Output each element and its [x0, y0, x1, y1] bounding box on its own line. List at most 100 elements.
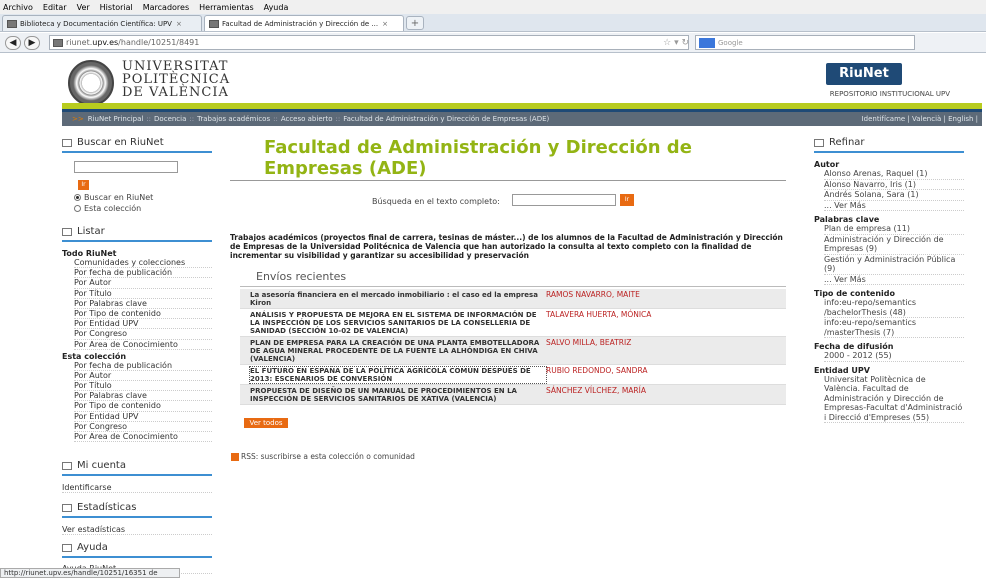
item-title[interactable]: PROPUESTA DE DISEÑO DE UN MANUAL DE PROC…: [250, 387, 546, 403]
favicon-icon: [209, 19, 219, 28]
esta-coleccion-links: Por fecha de publicación Por Autor Por T…: [74, 361, 212, 443]
link-fecha[interactable]: Por fecha de publicación: [74, 268, 212, 279]
breadcrumb-riunet-principal[interactable]: RiuNet Principal: [88, 115, 144, 123]
menu-bar: Archivo Editar Ver Historial Marcadores Herra…: [0, 0, 986, 14]
facet-link[interactable]: Plan de empresa (11): [824, 224, 964, 235]
riunet-logo[interactable]: RiuNet: [826, 63, 902, 85]
list-item: ANÁLISIS Y PROPUESTA DE MEJORA EN EL SIS…: [240, 309, 786, 337]
link-esta-area[interactable]: Por Area de Conocimiento: [74, 432, 212, 443]
university-name[interactable]: UNIVERSITAT POLITÈCNICA DE VALÈNCIA: [122, 60, 230, 99]
link-area[interactable]: Por Area de Conocimiento: [74, 340, 212, 350]
item-title[interactable]: La asesoría financiera en el mercado inm…: [250, 291, 546, 307]
mi-cuenta-section: Mi cuenta Identificarse: [62, 460, 212, 494]
todo-riunet-links: Comunidades y colecciones Por fecha de p…: [74, 258, 212, 350]
estadisticas-section: Estadísticas Ver estadísticas: [62, 502, 212, 536]
link-autor[interactable]: Por Autor: [74, 278, 212, 289]
radio-buscar-riunet[interactable]: Buscar en RiuNet: [74, 192, 212, 202]
breadcrumb-arrow-icon: >>: [72, 115, 84, 123]
rss-link[interactable]: RSS: suscribirse a esta colección o comu…: [231, 452, 415, 461]
breadcrumb-acceso-abierto[interactable]: Acceso abierto: [281, 115, 333, 123]
back-button[interactable]: ◀: [5, 35, 21, 50]
breadcrumb: >> RiuNet Principal:: Docencia:: Trabajo…: [62, 112, 982, 126]
link-tipo[interactable]: Por Tipo de contenido: [74, 309, 212, 320]
item-author[interactable]: TALAVERA HUERTA, MÓNICA: [546, 311, 651, 335]
url-bar[interactable]: riunet. upv.es/handle/10251/8491: [49, 35, 689, 50]
fulltext-search-input[interactable]: [512, 194, 616, 206]
facet-link[interactable]: Administración y Dirección de Empresas (…: [824, 235, 964, 255]
fulltext-search-label: Búsqueda en el texto completo:: [372, 197, 500, 206]
link-esta-palabras[interactable]: Por Palabras clave: [74, 391, 212, 402]
ver-todos-button[interactable]: Ver todos: [244, 418, 288, 428]
menu-item-ayuda[interactable]: Ayuda: [264, 3, 289, 12]
sidebar-search-input[interactable]: [74, 161, 178, 173]
breadcrumb-docencia[interactable]: Docencia: [154, 115, 186, 123]
facet-ver-mas[interactable]: ... Ver Más: [824, 201, 964, 211]
facet-link[interactable]: info:eu-repo/semantics /masterThesis (7): [824, 318, 964, 338]
tab-facultad[interactable]: Facultad de Administración y Dirección d…: [204, 15, 404, 31]
sidebar-search-go-button[interactable]: Ir: [78, 180, 89, 190]
item-author[interactable]: RAMOS NAVARRO, MAITE: [546, 291, 640, 307]
menu-item-editar[interactable]: Editar: [43, 3, 67, 12]
collection-description: Trabajos académicos (proyectos final de …: [230, 233, 783, 260]
item-title[interactable]: ANÁLISIS Y PROPUESTA DE MEJORA EN EL SIS…: [250, 311, 546, 335]
link-identificarse[interactable]: Identificarse: [62, 483, 212, 494]
item-author[interactable]: SALVO MILLA, BEATRIZ: [546, 339, 631, 363]
forward-button[interactable]: ▶: [24, 35, 40, 50]
facet-link[interactable]: Alonso Navarro, Iris (1): [824, 180, 964, 190]
link-titulo[interactable]: Por Título: [74, 289, 212, 299]
menu-item-ver[interactable]: Ver: [77, 3, 90, 12]
link-palabras[interactable]: Por Palabras clave: [74, 299, 212, 309]
radio-esta-coleccion[interactable]: Esta colección: [74, 203, 212, 213]
list-item: EL FUTURO EN ESPAÑA DE LA POLÍTICA AGRÍC…: [240, 365, 786, 385]
link-esta-tipo[interactable]: Por Tipo de contenido: [74, 401, 212, 412]
facet-link[interactable]: Alonso Arenas, Raquel (1): [824, 169, 964, 180]
fulltext-search-go-button[interactable]: Ir: [620, 194, 634, 206]
site-icon: [53, 38, 63, 47]
link-entidad[interactable]: Por Entidad UPV: [74, 319, 212, 330]
menu-item-herramientas[interactable]: Herramientas: [199, 3, 254, 12]
facet-link[interactable]: Andrés Solana, Sara (1): [824, 190, 964, 201]
link-esta-entidad[interactable]: Por Entidad UPV: [74, 412, 212, 422]
left-sidebar: Buscar en RiuNet Ir Buscar en RiuNet Est…: [62, 137, 212, 213]
login-language-links[interactable]: Identifícame | Valencià | English |: [862, 115, 982, 123]
link-esta-autor[interactable]: Por Autor: [74, 371, 212, 382]
link-comunidades[interactable]: Comunidades y colecciones: [74, 258, 212, 269]
new-tab-button[interactable]: +: [406, 16, 424, 30]
link-esta-titulo[interactable]: Por Título: [74, 381, 212, 392]
facet-link[interactable]: info:eu-repo/semantics /bachelorThesis (…: [824, 298, 964, 318]
link-esta-fecha[interactable]: Por fecha de publicación: [74, 361, 212, 371]
facet-link[interactable]: Gestión y Administración Pública (9): [824, 255, 964, 275]
filter-icon: [814, 138, 824, 147]
menu-item-historial[interactable]: Historial: [100, 3, 133, 12]
esta-coleccion-heading: Esta colección: [62, 351, 127, 361]
facet-autor-heading: Autor: [814, 160, 840, 169]
rss-icon: [231, 452, 239, 461]
help-icon: [62, 543, 72, 552]
facet-link[interactable]: Universitat Politècnica de València. Fac…: [824, 375, 964, 423]
facet-link[interactable]: 2000 - 2012 (55): [824, 351, 964, 362]
repository-subtitle: REPOSITORIO INSTITUCIONAL UPV: [829, 90, 950, 98]
link-esta-congreso[interactable]: Por Congreso: [74, 422, 212, 432]
listar-section: Listar Todo RiuNet Comunidades y colecci…: [62, 226, 212, 443]
item-author[interactable]: RUBIO REDONDO, SANDRA: [546, 367, 647, 383]
close-icon[interactable]: ×: [176, 20, 182, 28]
close-icon[interactable]: ×: [382, 20, 388, 28]
upv-crest-logo[interactable]: [68, 60, 114, 106]
item-title[interactable]: EL FUTURO EN ESPAÑA DE LA POLÍTICA AGRÍC…: [249, 366, 547, 384]
bookmark-star-icon[interactable]: ☆ ▾ ↻: [641, 38, 689, 48]
todo-riunet-heading: Todo RiuNet: [62, 249, 117, 258]
recent-submissions-heading: Envíos recientes: [256, 270, 347, 283]
tab-bar: Biblioteca y Documentación Científica: U…: [0, 14, 986, 32]
facet-ver-mas[interactable]: ... Ver Más: [824, 275, 964, 285]
search-engine-box[interactable]: Google: [695, 35, 915, 50]
item-title[interactable]: PLAN DE EMPRESA PARA LA CREACIÓN DE UNA …: [250, 339, 546, 363]
tab-biblioteca[interactable]: Biblioteca y Documentación Científica: U…: [2, 15, 202, 31]
menu-item-marcadores[interactable]: Marcadores: [143, 3, 189, 12]
link-congreso[interactable]: Por Congreso: [74, 329, 212, 340]
search-icon: [62, 138, 72, 147]
breadcrumb-trabajos[interactable]: Trabajos académicos: [197, 115, 270, 123]
menu-item-archivo[interactable]: Archivo: [3, 3, 33, 12]
refine-sidebar: Refinar Autor Alonso Arenas, Raquel (1) …: [814, 137, 964, 423]
item-author[interactable]: SÁNCHEZ VÍLCHEZ, MARÍA: [546, 387, 646, 403]
link-ver-estadisticas[interactable]: Ver estadísticas: [62, 525, 212, 536]
